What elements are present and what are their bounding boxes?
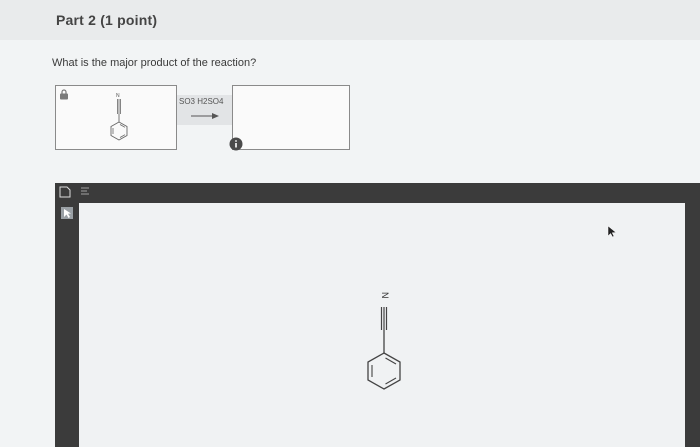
reactant-structure: N	[110, 93, 128, 141]
reactant-box: N	[55, 85, 177, 150]
editor-right-border	[685, 203, 700, 447]
canvas-structure[interactable]: N	[349, 283, 419, 433]
select-arrow-icon[interactable]	[61, 207, 73, 219]
drawing-canvas[interactable]: N	[79, 203, 685, 447]
part-title: Part 2 (1 point)	[56, 12, 158, 28]
mouse-cursor-icon	[607, 225, 617, 237]
info-icon[interactable]	[229, 137, 243, 151]
reaction-arrow-icon	[191, 113, 219, 119]
question-text: What is the major product of the reactio…	[52, 57, 257, 69]
product-box[interactable]	[232, 85, 350, 150]
reactant-nitrogen-label: N	[116, 93, 120, 99]
lock-icon	[60, 89, 68, 100]
reagent-label: SO3 H2SO4	[179, 97, 224, 106]
part-header: Part 2 (1 point)	[0, 0, 700, 40]
editor-left-toolbar	[55, 203, 79, 447]
editor-toolbar	[55, 183, 700, 203]
canvas-nitrogen-label: N	[380, 292, 390, 299]
reaction-arrow-area: SO3 H2SO4	[177, 95, 232, 125]
ring-template-icon[interactable]	[79, 186, 91, 198]
square-icon[interactable]	[59, 186, 71, 198]
structure-editor: N	[55, 183, 700, 447]
